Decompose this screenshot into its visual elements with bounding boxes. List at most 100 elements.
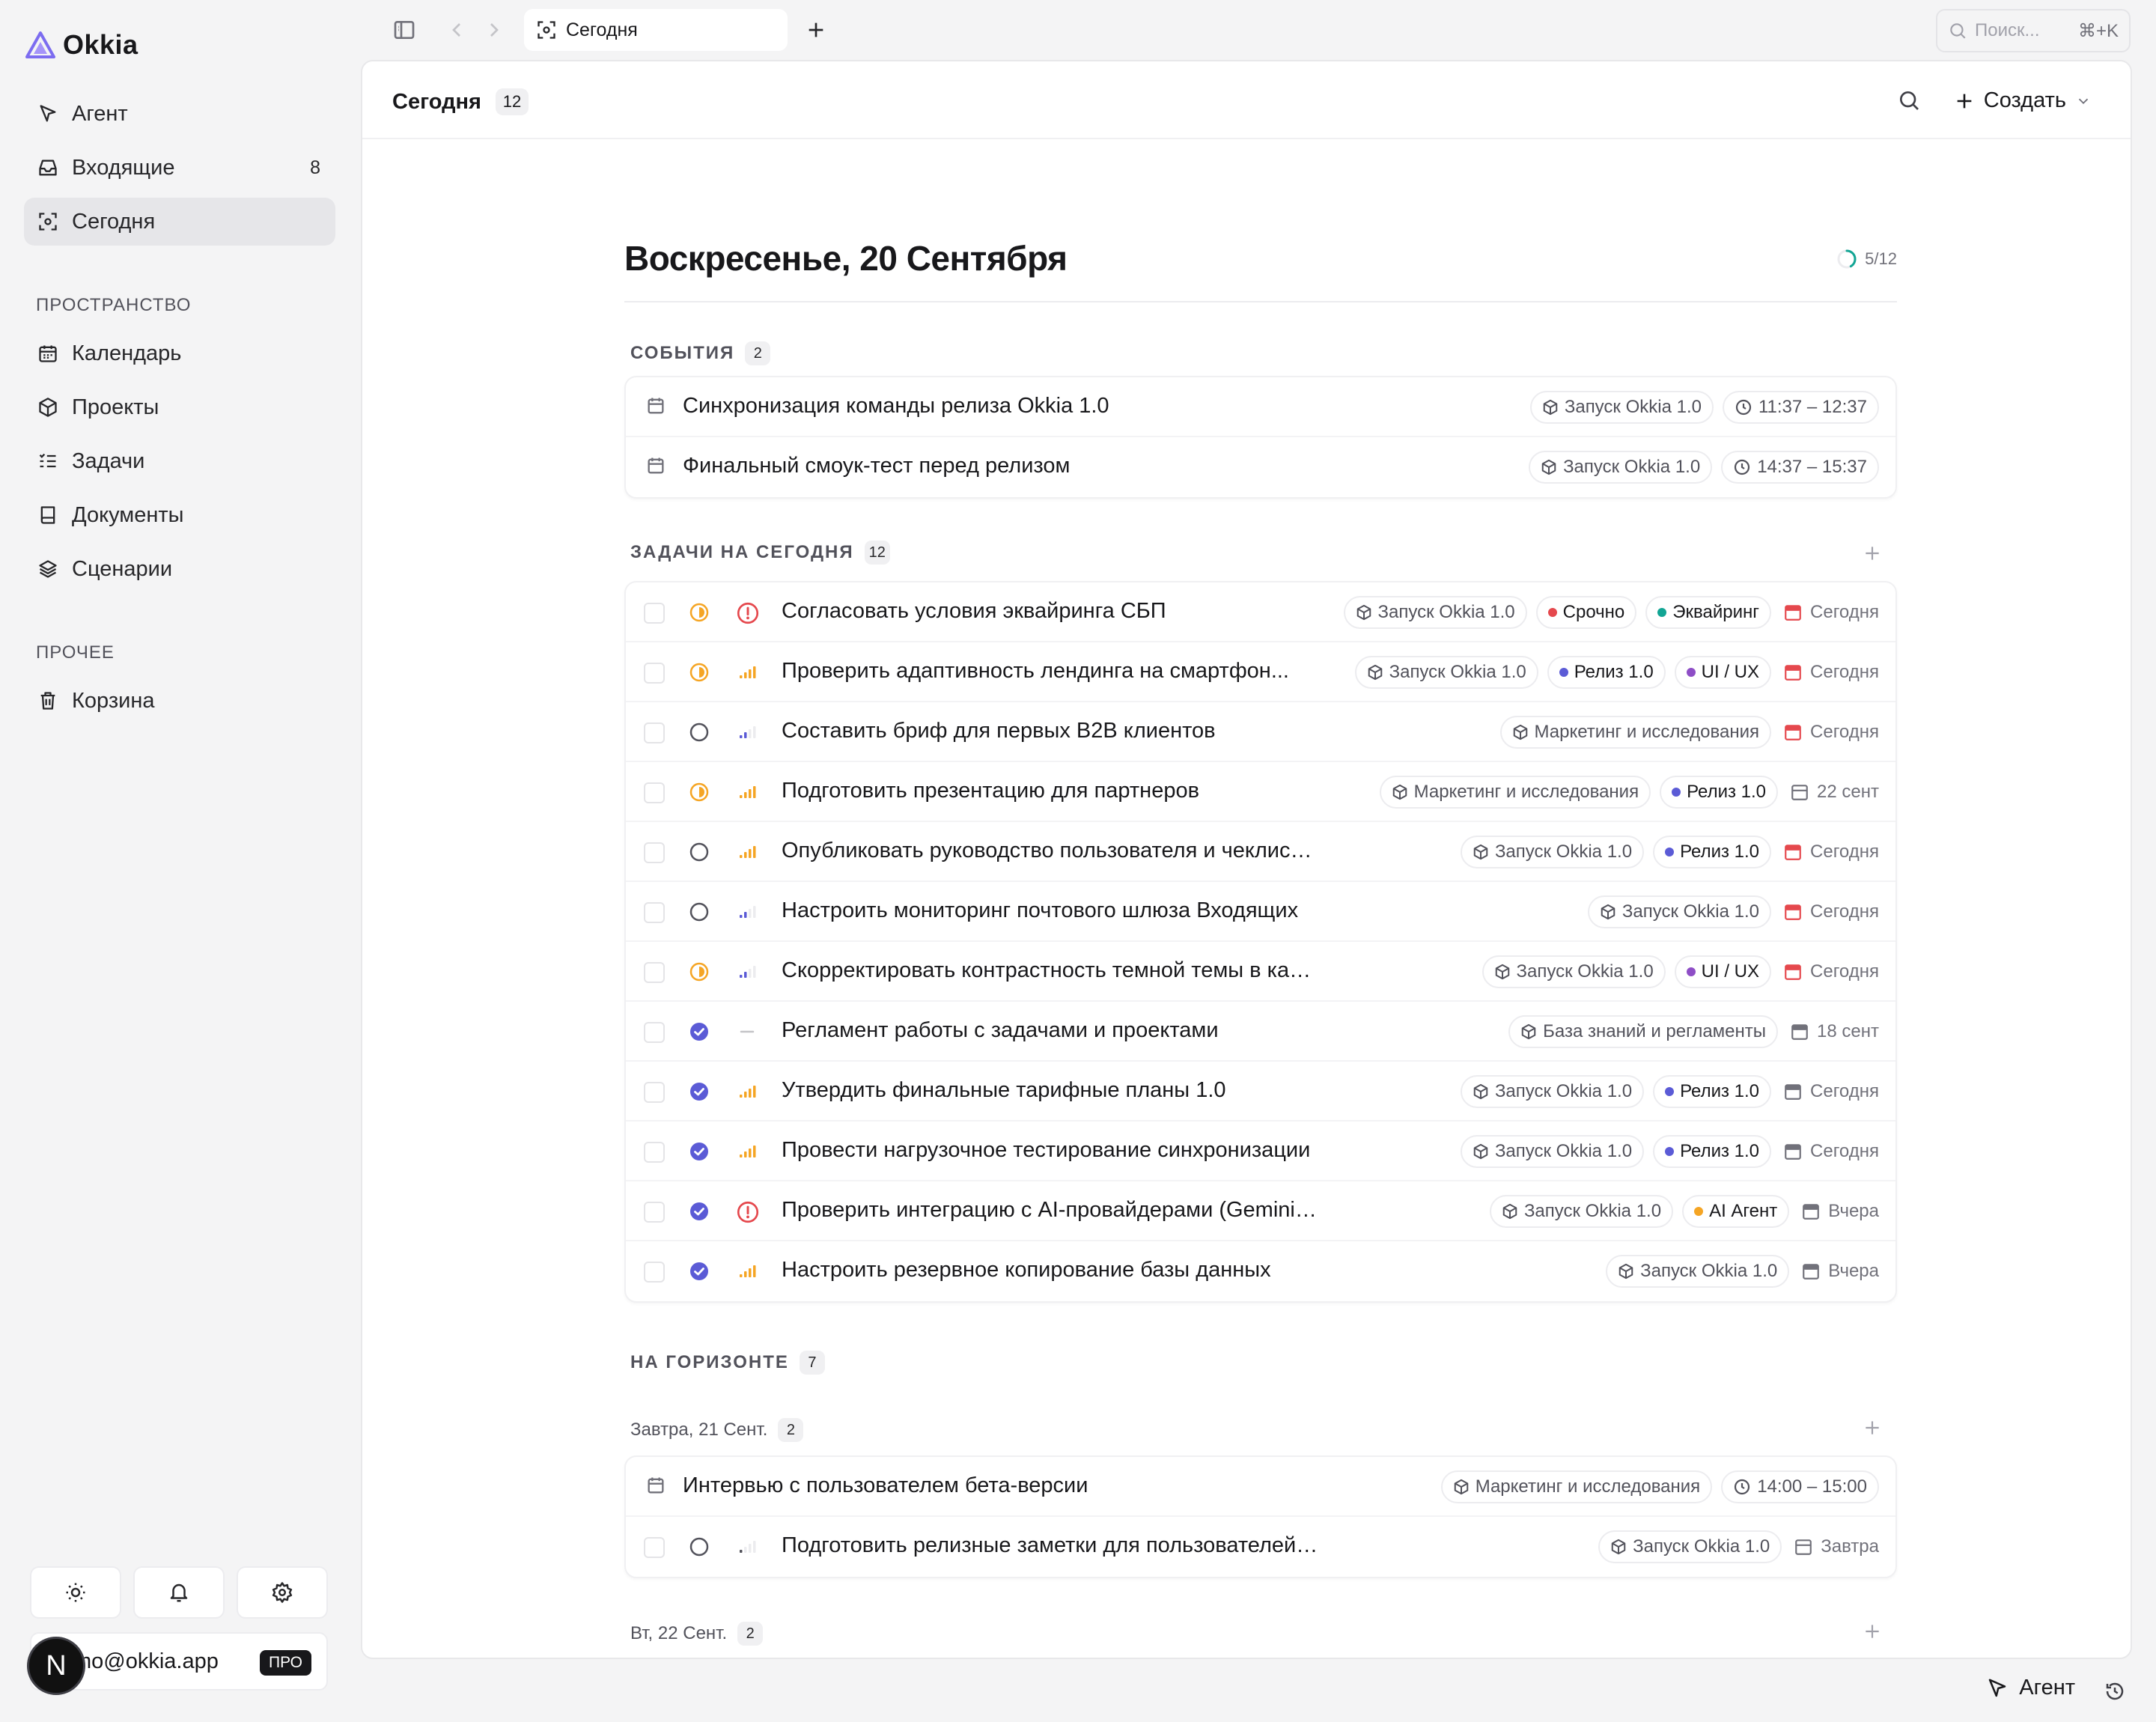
label-chip[interactable]: Релиз 1.0 [1547,656,1666,689]
status-in-progress-icon[interactable] [687,960,711,984]
task-row[interactable]: Составить бриф для первых B2B клиентов Ма… [626,702,1895,762]
select-checkbox[interactable] [644,1537,665,1558]
priority-none-icon[interactable] [735,1020,759,1044]
priority-high-icon[interactable] [735,780,759,804]
task-row[interactable]: Подготовить релизные заметки для пользов… [626,1517,1895,1577]
task-row[interactable]: Настроить резервное копирование базы дан… [626,1241,1895,1301]
project-chip[interactable]: 14:00 – 15:00 [1721,1470,1879,1503]
project-chip[interactable]: Запуск Okkia 1.0 [1606,1255,1790,1288]
project-chip[interactable]: Запуск Okkia 1.0 [1529,451,1713,484]
label-chip[interactable]: Релиз 1.0 [1653,1075,1772,1108]
project-chip[interactable]: База знаний и регламенты [1508,1015,1779,1048]
nav-item-documents[interactable]: Документы [24,491,335,539]
priority-medium-icon[interactable] [735,960,759,984]
status-done-icon[interactable] [687,1080,711,1104]
select-checkbox[interactable] [644,663,665,684]
priority-medium-icon[interactable] [735,900,759,924]
label-chip[interactable]: UI / UX [1674,955,1772,988]
event-row[interactable]: Интервью с пользователем бета-версии Марк… [626,1457,1895,1517]
due-date[interactable]: Сегодня [1783,602,1879,623]
nav-item-today[interactable]: Сегодня [24,198,335,246]
project-chip[interactable]: Запуск Okkia 1.0 [1489,1195,1674,1228]
project-chip[interactable]: 11:37 – 12:37 [1722,391,1879,424]
project-chip[interactable]: Запуск Okkia 1.0 [1587,895,1772,928]
select-checkbox[interactable] [644,722,665,743]
due-date[interactable]: Вчера [1801,1201,1879,1222]
task-row[interactable]: Скорректировать контрастность темной тем… [626,942,1895,1002]
nav-item-trash[interactable]: Корзина [24,677,335,725]
status-todo-icon[interactable] [687,900,711,924]
create-button[interactable]: Создать [1954,88,2092,113]
project-chip[interactable]: Запуск Okkia 1.0 [1460,1075,1645,1108]
task-row[interactable]: Проверить интеграцию с AI-провайдерами (… [626,1181,1895,1241]
label-chip[interactable]: Релиз 1.0 [1660,776,1779,809]
priority-high-icon[interactable] [735,660,759,684]
status-todo-icon[interactable] [687,720,711,744]
priority-urgent-icon[interactable] [735,600,761,626]
priority-medium-icon[interactable] [735,720,759,744]
priority-high-icon[interactable] [735,1080,759,1104]
due-date[interactable]: Сегодня [1783,722,1879,743]
task-row[interactable]: Утвердить финальные тарифные планы 1.0 За… [626,1062,1895,1122]
theme-toggle-button[interactable] [30,1566,121,1619]
status-todo-icon[interactable] [687,840,711,864]
event-row[interactable]: Финальный смоук-тест перед релизом Запуск… [626,437,1895,497]
select-checkbox[interactable] [644,1022,665,1043]
priority-high-icon[interactable] [735,1140,759,1163]
due-date[interactable]: Сегодня [1783,662,1879,683]
select-checkbox[interactable] [644,1082,665,1103]
nav-item-calendar[interactable]: Календарь [24,329,335,377]
select-checkbox[interactable] [644,1202,665,1223]
project-chip[interactable]: 14:37 – 15:37 [1721,451,1879,484]
add-item-plus-icon[interactable] [1863,1622,1882,1641]
due-date[interactable]: Сегодня [1783,961,1879,982]
due-date[interactable]: 22 сент [1790,782,1879,803]
priority-high-icon[interactable] [735,840,759,864]
add-task-plus-icon[interactable] [1863,544,1882,563]
task-row[interactable]: Провести нагрузочное тестирование синхро… [626,1122,1895,1181]
status-done-icon[interactable] [687,1020,711,1044]
task-row[interactable]: Согласовать условия эквайринга СБП Запуск… [626,582,1895,642]
back-arrow-icon[interactable] [445,18,469,42]
project-chip[interactable]: Запуск Okkia 1.0 [1482,955,1666,988]
due-date[interactable]: 18 сент [1790,1021,1879,1042]
nav-item-inbox[interactable]: Входящие 8 [24,144,335,192]
project-chip[interactable]: Запуск Okkia 1.0 [1354,656,1538,689]
tab-today[interactable]: Сегодня [524,9,788,51]
label-chip[interactable]: UI / UX [1674,656,1772,689]
due-date[interactable]: Сегодня [1783,1081,1879,1102]
project-chip[interactable]: Маркетинг и исследования [1379,776,1651,809]
status-done-icon[interactable] [687,1140,711,1163]
nav-item-agent[interactable]: Агент [24,90,335,138]
nav-item-tasks[interactable]: Задачи [24,437,335,485]
add-item-plus-icon[interactable] [1863,1418,1882,1437]
due-date[interactable]: Вчера [1801,1261,1879,1282]
nav-item-projects[interactable]: Проекты [24,383,335,431]
nav-item-scenarios[interactable]: Сценарии [24,545,335,593]
due-date[interactable]: Сегодня [1783,901,1879,922]
due-date[interactable]: Сегодня [1783,1141,1879,1162]
project-chip[interactable]: Запуск Okkia 1.0 [1460,1135,1645,1168]
status-done-icon[interactable] [687,1259,711,1283]
status-in-progress-icon[interactable] [687,660,711,684]
sidebar-toggle-icon[interactable] [392,18,416,42]
priority-urgent-icon[interactable] [735,1199,761,1225]
app-logo[interactable]: Okkia [25,27,138,63]
due-date[interactable]: Завтра [1794,1536,1879,1557]
task-row[interactable]: Подготовить презентацию для партнеров Мар… [626,762,1895,822]
label-chip[interactable]: Эквайринг [1645,596,1772,629]
status-in-progress-icon[interactable] [687,780,711,804]
forward-arrow-icon[interactable] [482,18,506,42]
event-row[interactable]: Синхронизация команды релиза Okkia 1.0 За… [626,377,1895,437]
search-icon[interactable] [1897,88,1921,112]
avatar[interactable]: N [27,1637,85,1695]
project-chip[interactable]: Запуск Okkia 1.0 [1343,596,1527,629]
notifications-button[interactable] [133,1566,225,1619]
status-done-icon[interactable] [687,1199,711,1223]
new-tab-plus-icon[interactable] [804,18,828,42]
agent-button[interactable]: Агент [1986,1676,2075,1700]
project-chip[interactable]: Маркетинг и исследования [1440,1470,1713,1503]
task-row[interactable]: Настроить мониторинг почтового шлюза Вхо… [626,882,1895,942]
task-row[interactable]: Опубликовать руководство пользователя и … [626,822,1895,882]
due-date[interactable]: Сегодня [1783,842,1879,862]
